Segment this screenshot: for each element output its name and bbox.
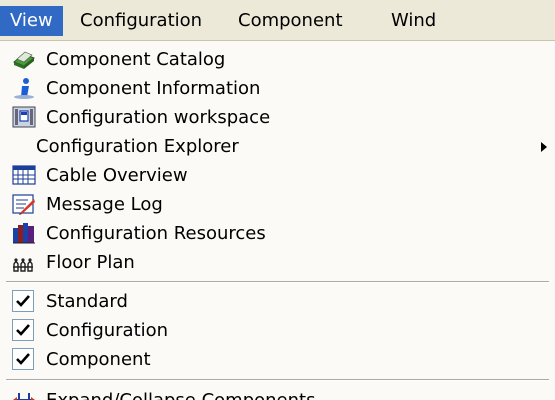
checkbox[interactable] xyxy=(12,348,34,370)
menu-item-label: Configuration workspace xyxy=(46,107,271,128)
resources-books-icon xyxy=(13,223,35,244)
menu-item-toggle-component[interactable]: Component xyxy=(0,345,555,374)
expand-collapse-icon xyxy=(13,393,35,400)
checkbox[interactable] xyxy=(12,290,34,312)
menu-item-component-information[interactable]: Component Information xyxy=(0,74,555,103)
menu-bar: View Configuration Component Wind xyxy=(0,0,555,41)
checkmark-icon xyxy=(16,295,30,307)
submenu-arrow-icon xyxy=(541,142,547,152)
menu-separator xyxy=(6,281,549,283)
menu-view[interactable]: View xyxy=(0,6,63,36)
menu-item-label: Component Catalog xyxy=(46,49,226,70)
checkmark-icon xyxy=(16,324,30,336)
menu-item-toggle-standard[interactable]: Standard xyxy=(0,287,555,316)
menu-item-label: Floor Plan xyxy=(46,252,135,273)
menu-item-label: Component Information xyxy=(46,78,261,99)
cable-grid-icon xyxy=(12,165,36,185)
catalog-book-icon xyxy=(13,51,35,69)
menu-item-label: Standard xyxy=(46,291,128,312)
info-icon xyxy=(14,78,34,99)
message-log-icon xyxy=(12,194,35,215)
menu-item-floor-plan[interactable]: Floor Plan xyxy=(0,248,555,277)
checkmark-icon xyxy=(16,353,30,365)
menu-item-label: Component xyxy=(46,349,151,370)
menu-separator xyxy=(6,379,549,381)
menu-configuration[interactable]: Configuration xyxy=(70,6,212,36)
menu-item-configuration-workspace[interactable]: Configuration workspace xyxy=(0,103,555,132)
menu-item-label: Configuration Resources xyxy=(46,223,266,244)
menu-item-component-catalog[interactable]: Component Catalog xyxy=(0,45,555,74)
menu-item-label: Configuration Explorer xyxy=(36,136,239,157)
workspace-window-icon xyxy=(12,106,36,128)
menu-item-toggle-configuration[interactable]: Configuration xyxy=(0,316,555,345)
menu-item-configuration-resources[interactable]: Configuration Resources xyxy=(0,219,555,248)
menu-item-expand-collapse-components[interactable]: Expand/Collapse Components xyxy=(0,386,555,400)
menu-item-label: Configuration xyxy=(46,320,169,341)
menu-item-message-log[interactable]: Message Log xyxy=(0,190,555,219)
menu-item-label: Message Log xyxy=(46,194,163,215)
menu-item-cable-overview[interactable]: Cable Overview xyxy=(0,161,555,190)
menu-window[interactable]: Wind xyxy=(381,6,446,36)
checkbox[interactable] xyxy=(12,319,34,341)
menu-item-label: Cable Overview xyxy=(46,165,188,186)
menu-item-label: Expand/Collapse Components xyxy=(46,386,315,400)
view-dropdown-menu: Component Catalog Component Information … xyxy=(0,41,555,400)
floor-plan-icon xyxy=(13,258,33,272)
menu-item-configuration-explorer[interactable]: Configuration Explorer xyxy=(0,132,555,161)
menu-component[interactable]: Component xyxy=(228,6,353,36)
